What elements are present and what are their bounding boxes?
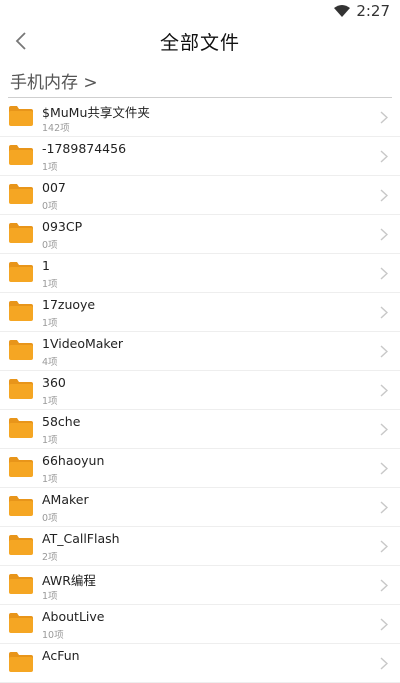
folder-name: AMaker [42, 492, 89, 507]
folder-row[interactable]: 66haoyun 1项 [0, 449, 400, 488]
chevron-right-icon [380, 384, 388, 397]
folder-row[interactable]: AWR编程 1项 [0, 566, 400, 605]
chevron-right-icon [380, 189, 388, 202]
folder-icon [9, 106, 33, 126]
status-bar: 2:27 [0, 0, 400, 22]
folder-icon [9, 340, 33, 360]
chevron-right-icon [380, 579, 388, 592]
folder-icon [9, 457, 33, 477]
folder-name: 1VideoMaker [42, 336, 124, 351]
folder-item-count: 0项 [42, 240, 58, 251]
folder-row[interactable]: AboutLive 10项 [0, 605, 400, 644]
app-header: 全部文件 [0, 22, 400, 60]
folder-name: 66haoyun [42, 453, 105, 468]
folder-item-count: 1项 [42, 396, 58, 407]
folder-row[interactable]: AMaker 0项 [0, 488, 400, 527]
folder-name: 58che [42, 414, 81, 429]
folder-row[interactable]: AcFun [0, 644, 400, 683]
folder-name: 1 [42, 258, 50, 273]
folder-icon [9, 184, 33, 204]
chevron-right-icon [380, 150, 388, 163]
folder-row[interactable]: -1789874456 1项 [0, 137, 400, 176]
folder-item-count: 10项 [42, 630, 64, 641]
folder-item-count: 1项 [42, 435, 58, 446]
folder-icon [9, 262, 33, 282]
folder-row[interactable]: 093CP 0项 [0, 215, 400, 254]
folder-row[interactable]: 1 1项 [0, 254, 400, 293]
chevron-right-icon [380, 345, 388, 358]
folder-icon [9, 379, 33, 399]
chevron-right-icon [380, 618, 388, 631]
folder-item-count: 0项 [42, 201, 58, 212]
back-button[interactable] [10, 30, 32, 52]
folder-item-count: 4项 [42, 357, 58, 368]
folder-name: AT_CallFlash [42, 531, 120, 546]
folder-icon [9, 535, 33, 555]
folder-row[interactable]: 007 0项 [0, 176, 400, 215]
folder-item-count: 0项 [42, 513, 58, 524]
chevron-right-icon [380, 306, 388, 319]
folder-item-count: 2项 [42, 552, 58, 563]
folder-row[interactable]: AT_CallFlash 2项 [0, 527, 400, 566]
folder-icon [9, 613, 33, 633]
breadcrumb[interactable]: 手机内存 > [10, 68, 98, 93]
chevron-right-icon [380, 228, 388, 241]
folder-icon [9, 223, 33, 243]
folder-row[interactable]: 58che 1项 [0, 410, 400, 449]
folder-item-count: 142项 [42, 123, 70, 134]
folder-name: 093CP [42, 219, 83, 234]
folder-icon [9, 496, 33, 516]
chevron-right-icon [380, 501, 388, 514]
folder-row[interactable]: 360 1项 [0, 371, 400, 410]
folder-row[interactable]: 17zuoye 1项 [0, 293, 400, 332]
folder-item-count: 1项 [42, 162, 58, 173]
folder-name: -1789874456 [42, 141, 127, 156]
folder-item-count: 1项 [42, 474, 58, 485]
chevron-right-icon [380, 267, 388, 280]
folder-row[interactable]: $MuMu共享文件夹 142项 [0, 98, 400, 137]
folder-item-count: 1项 [42, 318, 58, 329]
folder-name: AboutLive [42, 609, 105, 624]
chevron-left-icon [15, 32, 26, 50]
chevron-right-icon [380, 540, 388, 553]
folder-name: $MuMu共享文件夹 [42, 105, 150, 120]
status-time: 2:27 [356, 2, 390, 20]
folder-name: 360 [42, 375, 66, 390]
wifi-icon [334, 5, 351, 17]
folder-icon [9, 145, 33, 165]
folder-icon [9, 418, 33, 438]
folder-row[interactable]: 1VideoMaker 4项 [0, 332, 400, 371]
chevron-right-icon [380, 657, 388, 670]
folder-item-count: 1项 [42, 279, 58, 290]
folder-icon [9, 574, 33, 594]
chevron-right-icon [380, 462, 388, 475]
folder-icon [9, 652, 33, 672]
folder-list: $MuMu共享文件夹 142项 -1789874456 1项 007 0项 093CP 0项 1… [0, 98, 400, 683]
folder-name: 17zuoye [42, 297, 96, 312]
folder-icon [9, 301, 33, 321]
folder-item-count: 1项 [42, 591, 58, 602]
folder-name: AWR编程 [42, 573, 96, 588]
chevron-right-icon [380, 423, 388, 436]
page-title: 全部文件 [159, 31, 240, 54]
chevron-right-icon [380, 111, 388, 124]
folder-name: 007 [42, 180, 66, 195]
